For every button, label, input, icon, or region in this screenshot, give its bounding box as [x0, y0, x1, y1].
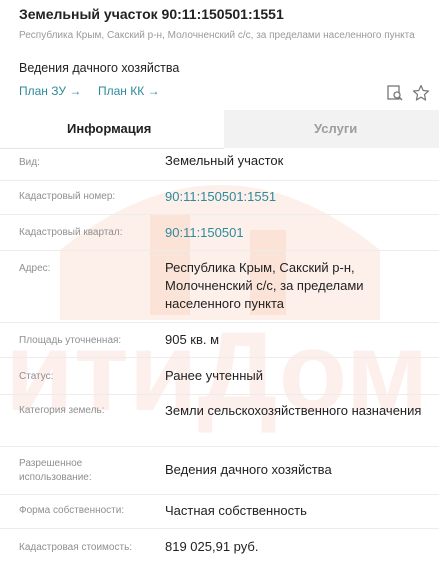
page-title: Земельный участок 90:11:150501:1551 [19, 6, 284, 22]
tab-services-label: Услуги [314, 121, 358, 136]
divider [0, 180, 439, 181]
row-value-cad-number[interactable]: 90:11:150501:1551 [165, 188, 425, 206]
row-label-permitted-use: Разрешенное использование: [19, 458, 92, 483]
plan-kk-link[interactable]: План КК → [98, 84, 160, 98]
row-label-category: Категория земель: [19, 405, 105, 416]
row-value-type: Земельный участок [165, 153, 284, 168]
search-doc-icon[interactable] [386, 84, 404, 102]
row-label-cad-value: Кадастровая стоимость: [19, 542, 133, 553]
row-value-address: Республика Крым, Сакский р-н, Молочненск… [165, 260, 364, 311]
divider [0, 322, 439, 323]
row-label-ownership: Форма собственности: [19, 505, 125, 516]
tab-info[interactable]: Информация [0, 110, 224, 149]
tab-bar: Информация Услуги [0, 110, 439, 149]
tab-services[interactable]: Услуги [224, 110, 439, 148]
row-value-cad-value: 819 025,91 руб. [165, 539, 259, 554]
row-label-type: Вид: [19, 157, 40, 168]
divider [0, 494, 439, 495]
divider [0, 446, 439, 447]
star-icon[interactable] [412, 84, 430, 102]
address-subtitle: Республика Крым, Сакский р-н, Молочненск… [19, 30, 415, 41]
row-value-status: Ранее учтенный [165, 368, 263, 383]
plan-zu-link[interactable]: План ЗУ → [19, 84, 81, 98]
divider [0, 394, 439, 395]
row-value-category: Земли сельскохозяйственного назначения [165, 403, 422, 418]
divider [0, 528, 439, 529]
row-value-ownership: Частная собственность [165, 503, 307, 518]
row-label-cad-number: Кадастровый номер: [19, 191, 116, 202]
purpose-text: Ведения дачного хозяйства [19, 61, 180, 75]
divider [0, 357, 439, 358]
divider [0, 214, 439, 215]
row-label-area: Площадь уточненная: [19, 335, 122, 346]
row-value-area: 905 кв. м [165, 332, 220, 347]
divider [0, 250, 439, 251]
row-label-cad-quarter: Кадастровый квартал: [19, 227, 123, 238]
row-label-address: Адрес: [19, 263, 51, 274]
tab-info-label: Информация [67, 121, 152, 136]
row-value-cad-quarter[interactable]: 90:11:150501 [165, 224, 425, 242]
row-label-status: Статус: [19, 371, 54, 382]
row-value-permitted-use: Ведения дачного хозяйства [165, 462, 332, 477]
